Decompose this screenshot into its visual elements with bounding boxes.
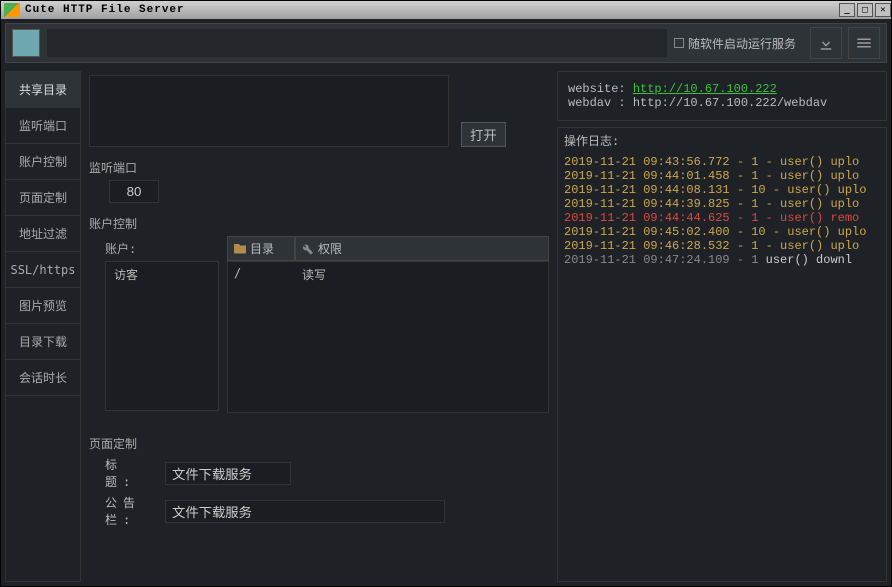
address-bar[interactable]: [46, 28, 668, 58]
log-line: 2019-11-21 09:47:24.109 - 1 user() downl: [560, 253, 884, 267]
sidebar-item-0[interactable]: 共享目录: [6, 72, 80, 108]
close-button[interactable]: ✕: [875, 3, 891, 17]
account-item[interactable]: 访客: [106, 262, 218, 287]
sidebar: 共享目录监听端口账户控制页面定制地址过滤SSL/https图片预览目录下载会话时…: [5, 71, 81, 582]
wrench-icon: [302, 243, 314, 255]
account-control-label: 账户控制: [89, 215, 549, 232]
webdav-label: webdav :: [568, 96, 633, 110]
log-line: 2019-11-21 09:44:39.825 - 1 - user() upl…: [560, 197, 884, 211]
info-box: website: http://10.67.100.222 webdav : h…: [557, 71, 887, 121]
sidebar-item-5[interactable]: SSL/https: [6, 252, 80, 288]
perm-body[interactable]: / 读写: [227, 261, 549, 413]
log-line: 2019-11-21 09:44:44.625 - 1 - user() rem…: [560, 211, 884, 225]
log-line: 2019-11-21 09:45:02.400 - 10 - user() up…: [560, 225, 884, 239]
autostart-label: 随软件启动运行服务: [688, 35, 796, 52]
sidebar-item-7[interactable]: 目录下载: [6, 324, 80, 360]
sidebar-item-6[interactable]: 图片预览: [6, 288, 80, 324]
pc-title-input[interactable]: [165, 462, 291, 485]
sidebar-item-2[interactable]: 账户控制: [6, 144, 80, 180]
start-button[interactable]: [12, 29, 40, 57]
perm-dir: /: [228, 262, 296, 287]
download-button[interactable]: [810, 27, 842, 59]
page-custom-label: 页面定制: [89, 435, 549, 452]
main-panel: 打开 监听端口 账户控制 账户: 访客: [85, 71, 553, 582]
account-list[interactable]: 访客: [105, 261, 219, 411]
perm-header-dir[interactable]: 目录: [227, 236, 295, 261]
sidebar-item-4[interactable]: 地址过滤: [6, 216, 80, 252]
website-label: website:: [568, 82, 633, 96]
pc-notice-label: 公告栏:: [105, 494, 155, 528]
app-icon: [4, 3, 20, 17]
maximize-button[interactable]: □: [857, 3, 873, 17]
sidebar-item-8[interactable]: 会话时长: [6, 360, 80, 396]
listen-port-label: 监听端口: [89, 159, 549, 176]
autostart-checkbox[interactable]: 随软件启动运行服务: [674, 35, 796, 52]
folder-icon: [234, 244, 246, 254]
perm-row[interactable]: / 读写: [228, 262, 548, 287]
toolbar: 随软件启动运行服务: [5, 23, 887, 63]
minimize-button[interactable]: _: [839, 3, 855, 17]
menu-button[interactable]: [848, 27, 880, 59]
log-line: 2019-11-21 09:46:28.532 - 1 - user() upl…: [560, 239, 884, 253]
log-title: 操作日志:: [564, 132, 880, 149]
log-line: 2019-11-21 09:44:01.458 - 1 - user() upl…: [560, 169, 884, 183]
pc-title-label: 标 题:: [105, 456, 155, 490]
perm-value: 读写: [296, 262, 548, 287]
log-box: 操作日志: 2019-11-21 09:43:56.772 - 1 - user…: [557, 127, 887, 582]
checkbox-icon: [674, 38, 684, 48]
perm-header-perm[interactable]: 权限: [295, 236, 549, 261]
account-list-label: 账户:: [105, 240, 219, 257]
log-line: 2019-11-21 09:43:56.772 - 1 - user() upl…: [560, 155, 884, 169]
sidebar-item-1[interactable]: 监听端口: [6, 108, 80, 144]
port-input[interactable]: [109, 180, 159, 203]
share-dir-box[interactable]: [89, 75, 449, 147]
website-link[interactable]: http://10.67.100.222: [633, 82, 777, 96]
webdav-url: http://10.67.100.222/webdav: [633, 96, 827, 110]
open-button[interactable]: 打开: [461, 122, 506, 147]
log-line: 2019-11-21 09:44:08.131 - 10 - user() up…: [560, 183, 884, 197]
perm-header: 目录 权限: [227, 236, 549, 261]
pc-notice-input[interactable]: [165, 500, 445, 523]
right-panel: website: http://10.67.100.222 webdav : h…: [557, 71, 887, 582]
sidebar-item-3[interactable]: 页面定制: [6, 180, 80, 216]
window-title: Cute HTTP File Server: [23, 4, 837, 16]
titlebar: Cute HTTP File Server _ □ ✕: [1, 1, 891, 19]
